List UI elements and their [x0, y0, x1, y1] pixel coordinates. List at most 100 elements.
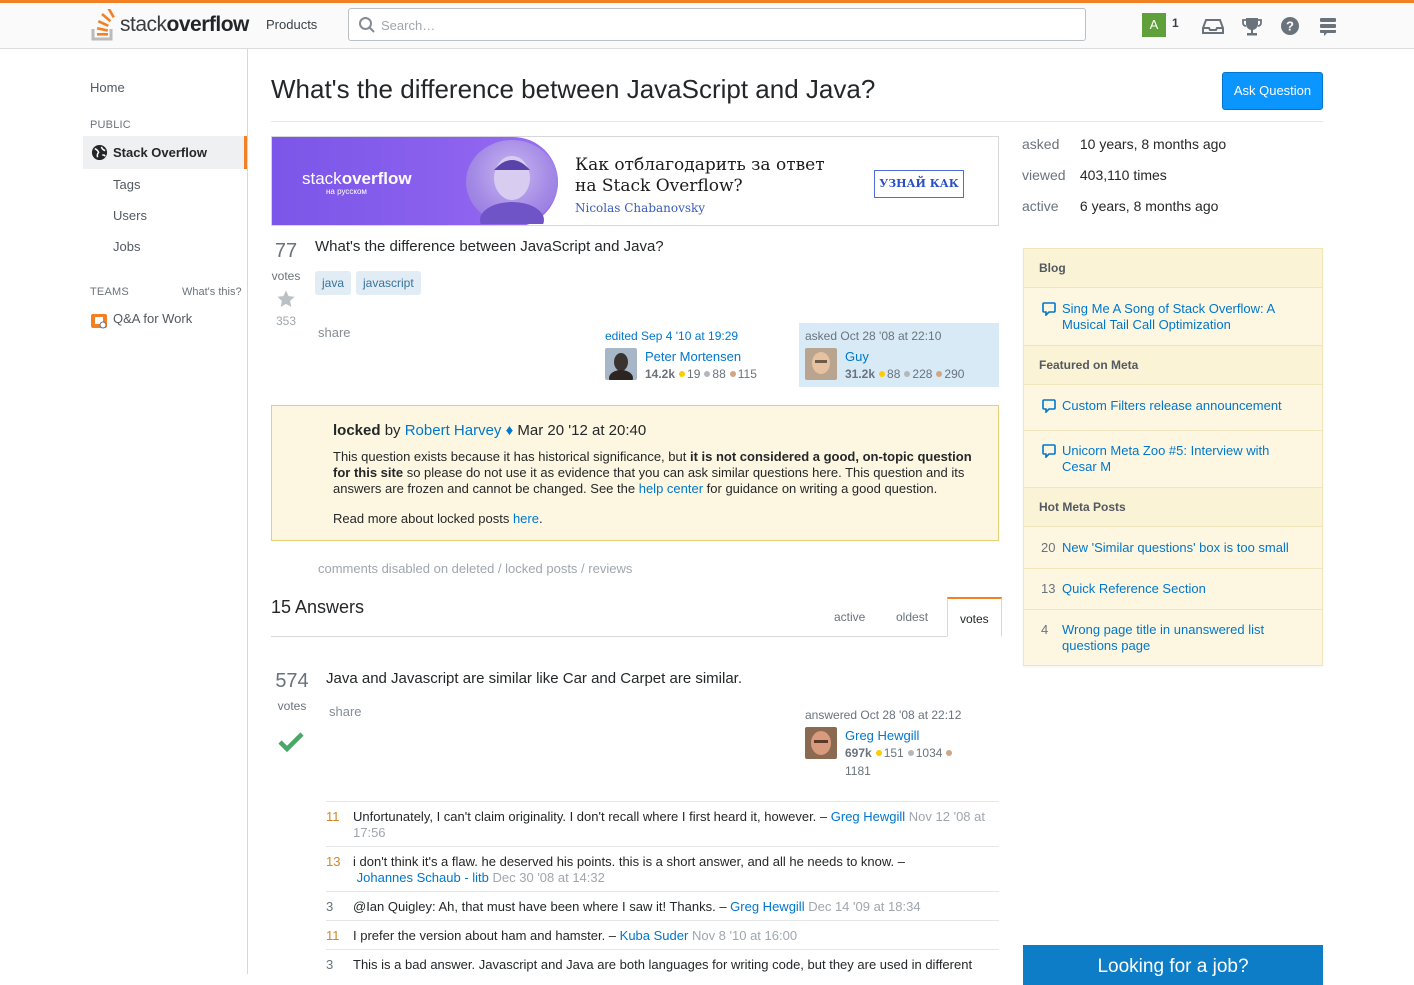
stackoverflow-logo[interactable]: stackoverflow [90, 8, 249, 42]
community-bulletin: Blog Sing Me A Song of Stack Overflow: A… [1023, 248, 1323, 666]
comment-item: 11 I prefer the version about ham and ha… [326, 920, 999, 949]
ask-question-button[interactable]: Ask Question [1222, 72, 1323, 110]
hot-meta-score: 4 [1041, 622, 1049, 637]
bulletin-hot-header: Hot Meta Posts [1024, 487, 1322, 527]
nav-home[interactable]: Home [90, 80, 125, 95]
answer-body: Java and Javascript are similar like Car… [326, 670, 742, 687]
user-avatar-greg[interactable] [805, 727, 837, 759]
person-photo-icon [480, 156, 544, 225]
answers-count: 15 Answers [271, 597, 365, 617]
asker-name[interactable]: Guy [845, 349, 869, 364]
nav-stack-overflow-label: Stack Overflow [113, 145, 207, 160]
comment-score: 11 [326, 928, 340, 943]
nav-stack-overflow[interactable]: Stack Overflow [83, 136, 247, 169]
moderator-diamond-icon: ♦ [505, 422, 514, 439]
comment-user-link[interactable]: Greg Hewgill [831, 809, 905, 824]
comment-item: 3 @Ian Quigley: Ah, that must have been … [326, 891, 999, 920]
bulletin-blog-item[interactable]: Sing Me A Song of Stack Overflow: A Musi… [1024, 289, 1322, 346]
comment-text: i don't think it's a flaw. he deserved h… [353, 854, 906, 885]
comment-item: 11 Unfortunately, I can't claim original… [326, 801, 999, 846]
user-avatar-guy[interactable] [805, 348, 837, 380]
nav-tags[interactable]: Tags [113, 177, 140, 192]
question-share-link[interactable]: share [318, 325, 351, 340]
question-viewed-stat: viewed 403,110 times [1022, 167, 1167, 183]
stackoverflow-logo-icon [91, 9, 115, 41]
asked-timestamp: asked Oct 28 '08 at 22:10 [805, 329, 942, 343]
comment-text: I prefer the version about ham and hamst… [353, 928, 798, 943]
question-active-stat: active 6 years, 8 months ago [1022, 198, 1219, 214]
nav-users[interactable]: Users [113, 208, 147, 223]
hot-meta-item[interactable]: 20 New 'Similar questions' box is too sm… [1024, 528, 1322, 569]
tab-votes[interactable]: votes [947, 597, 1002, 637]
comment-date[interactable]: Nov 8 '10 at 16:00 [692, 928, 797, 943]
bulletin-meta-item[interactable]: Unicorn Meta Zoo #5: Interview with Cesa… [1024, 431, 1322, 488]
hot-meta-link[interactable]: Quick Reference Section [1062, 581, 1302, 597]
comment-text: This is a bad answer. Javascript and Jav… [353, 957, 973, 972]
comment-score: 3 [326, 899, 334, 914]
locked-explanation: This question exists because it has hist… [333, 449, 972, 496]
title-divider [271, 121, 1323, 122]
tab-active[interactable]: active [822, 597, 877, 637]
question-body: What's the difference between JavaScript… [315, 238, 664, 255]
comment-date[interactable]: Dec 14 '09 at 18:34 [808, 899, 920, 914]
hot-meta-score: 13 [1041, 581, 1056, 596]
comment-user-link[interactable]: Greg Hewgill [730, 899, 804, 914]
help-icon[interactable]: ? [1279, 15, 1301, 37]
hot-meta-link[interactable]: Wrong page title in unanswered list ques… [1062, 622, 1302, 654]
editor-signature: edited Sep 4 '10 at 19:29 Peter Mortense… [599, 323, 799, 387]
search-box[interactable] [348, 8, 1086, 41]
hot-meta-score: 20 [1041, 540, 1056, 555]
bulletin-blog-link[interactable]: Sing Me A Song of Stack Overflow: A Musi… [1062, 301, 1302, 333]
answer-votes-label: votes [277, 699, 307, 713]
ad-banner[interactable]: stackoverflow на русском Как отблагодари… [271, 136, 999, 226]
answerer-signature: answered Oct 28 '08 at 22:12 Greg Hewgil… [799, 702, 999, 782]
hot-meta-item[interactable]: 4 Wrong page title in unanswered list qu… [1024, 610, 1322, 666]
achievements-icon[interactable] [1241, 15, 1263, 37]
tag-java[interactable]: java [315, 271, 352, 295]
editor-reputation: 14.2k 19 88 115 [645, 367, 757, 381]
nav-section-teams: TEAMS [90, 286, 129, 298]
moderator-link[interactable]: Robert Harvey [405, 422, 502, 439]
search-icon [359, 17, 375, 33]
inbox-icon[interactable] [1202, 15, 1224, 37]
comments-disabled-note: comments disabled on deleted / locked po… [318, 561, 633, 576]
comment-date[interactable]: Dec 30 '08 at 14:32 [493, 870, 605, 885]
banner-author: Nicolas Chabanovsky [575, 201, 706, 215]
bulletin-meta-link[interactable]: Custom Filters release announcement [1062, 398, 1302, 414]
user-avatar[interactable]: A [1142, 13, 1166, 37]
left-sidebar: Home PUBLIC Stack Overflow Tags Users Jo… [0, 49, 248, 974]
user-reputation[interactable]: 1 [1172, 16, 1179, 30]
bulletin-meta-item[interactable]: Custom Filters release announcement [1024, 386, 1322, 431]
help-center-link[interactable]: help center [639, 481, 703, 496]
globe-icon [91, 144, 108, 161]
comment-user-link[interactable]: Kuba Suder [620, 928, 689, 943]
tab-oldest[interactable]: oldest [884, 597, 940, 637]
comment-text: Unfortunately, I can't claim originality… [353, 809, 985, 840]
editor-name[interactable]: Peter Mortensen [645, 349, 741, 364]
hot-meta-item[interactable]: 13 Quick Reference Section [1024, 569, 1322, 610]
banner-learn-button[interactable]: УЗНАЙ КАК [874, 170, 964, 198]
locked-header: locked by Robert Harvey ♦ Mar 20 '12 at … [333, 422, 647, 439]
favorite-count: 353 [275, 314, 297, 328]
hot-meta-link[interactable]: New 'Similar questions' box is too small [1062, 540, 1302, 556]
favorite-star-icon[interactable] [276, 289, 296, 309]
comment-text: @Ian Quigley: Ah, that must have been wh… [353, 899, 921, 914]
site-switcher-icon[interactable] [1317, 15, 1339, 37]
answerer-name[interactable]: Greg Hewgill [845, 728, 919, 743]
user-avatar-peter[interactable] [605, 348, 637, 380]
question-asked-stat: asked 10 years, 8 months ago [1022, 136, 1227, 152]
products-menu[interactable]: Products [266, 17, 317, 32]
tag-javascript[interactable]: javascript [356, 271, 421, 295]
job-search-banner[interactable]: Looking for a job? [1023, 945, 1323, 985]
question-title[interactable]: What's the difference between JavaScript… [271, 74, 875, 105]
search-input[interactable] [379, 14, 1069, 36]
answer-share-link[interactable]: share [329, 704, 362, 719]
locked-here-link[interactable]: here [513, 511, 539, 526]
bulletin-meta-link[interactable]: Unicorn Meta Zoo #5: Interview with Cesa… [1062, 443, 1302, 475]
comment-user-link[interactable]: Johannes Schaub - litb [357, 870, 489, 885]
teams-whats-this-link[interactable]: What's this? [182, 286, 242, 298]
banner-brand-panel: stackoverflow на русском [272, 137, 558, 225]
nav-jobs[interactable]: Jobs [113, 239, 140, 254]
question-vote-count: 77 [274, 240, 298, 262]
edited-timestamp[interactable]: edited Sep 4 '10 at 19:29 [605, 329, 793, 343]
